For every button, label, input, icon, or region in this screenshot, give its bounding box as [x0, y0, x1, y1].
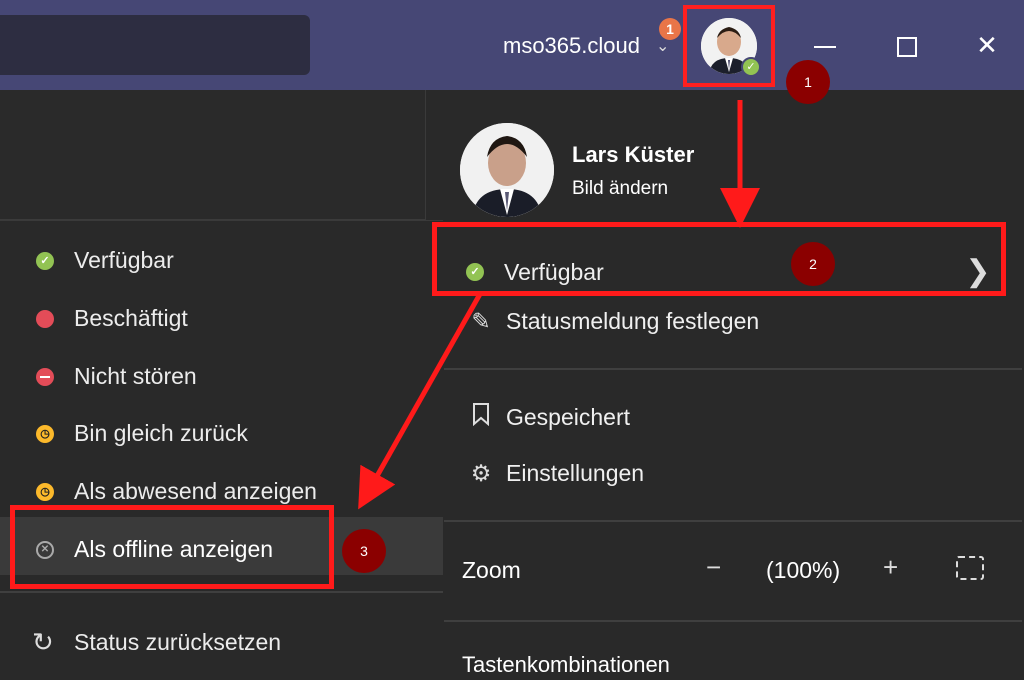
pencil-icon: ✎: [471, 308, 491, 334]
gear-icon: ⚙: [470, 460, 492, 486]
presence-busy-icon: [36, 309, 54, 328]
divider: [0, 591, 443, 593]
status-option-label: Nicht stören: [74, 363, 197, 389]
saved-item[interactable]: Gespeichert: [466, 402, 630, 432]
step-badge-1: 1: [786, 60, 830, 104]
step-badge-2: 2: [791, 242, 835, 286]
reset-status-label: Status zurücksetzen: [74, 629, 282, 655]
presence-away-clock-icon: ◷: [36, 424, 54, 443]
title-bar: mso365.cloud ⌄ 1 ✕: [0, 0, 1024, 90]
profile-menu: Lars Küster Bild ändern ✓ Verfügbar ❯ ✎ …: [425, 90, 1024, 680]
status-option-available[interactable]: ✓ Verfügbar: [36, 247, 174, 274]
tenant-name: mso365.cloud: [503, 33, 640, 58]
notification-badge: 1: [659, 18, 681, 40]
status-option-label: Als abwesend anzeigen: [74, 478, 317, 504]
presence-dnd-icon: [36, 367, 54, 386]
settings-item[interactable]: ⚙ Einstellungen: [466, 460, 644, 487]
status-option-label: Verfügbar: [74, 247, 174, 273]
divider: [444, 520, 1022, 522]
status-message-label: Statusmeldung festlegen: [506, 308, 760, 334]
saved-label: Gespeichert: [506, 403, 631, 430]
divider: [444, 368, 1022, 370]
background-panel: [0, 90, 430, 220]
status-option-away[interactable]: ◷ Als abwesend anzeigen: [36, 478, 317, 505]
presence-available-icon: ✓: [36, 251, 54, 270]
status-option-label: Beschäftigt: [74, 305, 188, 331]
change-picture-link[interactable]: Bild ändern: [572, 178, 668, 200]
reset-icon: ↻: [32, 627, 54, 657]
highlight-offline-option: [10, 505, 334, 589]
presence-away-clock-icon: ◷: [36, 482, 54, 501]
search-input[interactable]: [0, 15, 310, 75]
profile-photo-image: [460, 123, 554, 217]
zoom-label: Zoom: [462, 557, 521, 583]
divider: [444, 620, 1022, 622]
user-name: Lars Küster: [572, 142, 695, 167]
maximize-icon: [897, 37, 917, 58]
status-submenu: ✓ Verfügbar Beschäftigt Nicht stören ◷ B…: [0, 220, 443, 680]
status-option-busy[interactable]: Beschäftigt: [36, 305, 188, 332]
highlight-status-row: [432, 222, 1006, 296]
profile-photo[interactable]: [460, 123, 554, 217]
fullscreen-icon[interactable]: [956, 556, 984, 580]
set-status-message-item[interactable]: ✎ Statusmeldung festlegen: [466, 308, 759, 335]
avatar-button-highlight: ✓: [683, 5, 775, 87]
step-badge-3: 3: [342, 529, 386, 573]
status-option-dnd[interactable]: Nicht stören: [36, 363, 197, 390]
zoom-value: (100%): [766, 557, 841, 583]
zoom-in-button[interactable]: +: [883, 552, 898, 583]
keyboard-shortcuts-item[interactable]: Tastenkombinationen: [462, 652, 670, 678]
reset-status-item[interactable]: ↻ Status zurücksetzen: [32, 627, 281, 658]
zoom-out-button[interactable]: −: [706, 552, 721, 583]
close-icon: ✕: [976, 30, 998, 60]
bookmark-icon: [466, 402, 496, 432]
status-option-label: Bin gleich zurück: [74, 420, 248, 446]
maximize-button[interactable]: [887, 22, 927, 68]
status-option-brb[interactable]: ◷ Bin gleich zurück: [36, 420, 248, 447]
minimize-icon: [814, 46, 836, 49]
close-button[interactable]: ✕: [967, 22, 1007, 68]
presence-available-icon: ✓: [741, 57, 761, 77]
settings-label: Einstellungen: [506, 460, 645, 486]
tenant-switcher[interactable]: mso365.cloud ⌄: [503, 33, 669, 59]
